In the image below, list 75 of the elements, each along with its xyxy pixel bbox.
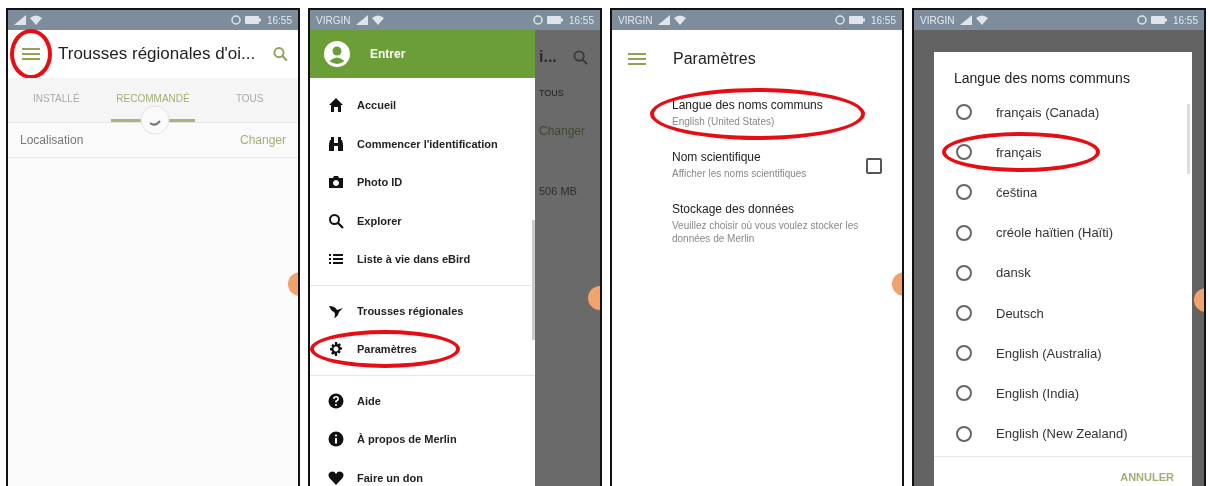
setting-title: Stockage des données: [672, 202, 796, 216]
carrier-name: VIRGIN: [920, 14, 955, 26]
wifi-icon: [674, 15, 687, 25]
camera-icon: [328, 174, 344, 191]
app-title: i...: [539, 48, 557, 66]
drawer-item[interactable]: Explorer: [310, 201, 535, 240]
clock-time: 16:55: [568, 14, 594, 26]
drawer-item[interactable]: À propos de Merlin: [310, 420, 535, 459]
kit-size: 506 MB: [539, 185, 578, 197]
wifi-icon: [372, 15, 385, 25]
tab-label: TOUS: [539, 88, 565, 98]
info-icon: [328, 431, 344, 448]
drawer-item[interactable]: Aide: [310, 381, 535, 420]
language-option[interactable]: français: [934, 132, 1192, 173]
language-option[interactable]: Deutsch: [934, 292, 1192, 334]
menu-icon[interactable]: [628, 52, 646, 66]
scroll-bar: [1187, 104, 1190, 174]
drawer-item[interactable]: Faire un don: [310, 458, 535, 486]
signal-icon: [14, 15, 26, 25]
language-option[interactable]: English (New Zealand): [934, 413, 1192, 454]
drawer-item[interactable]: Accueil: [310, 86, 535, 125]
dialog-title: Langue des noms communs: [953, 69, 1131, 88]
home-icon: [328, 97, 344, 114]
signal-icon: [356, 15, 369, 25]
radio-button[interactable]: [956, 224, 972, 241]
clock-time: 16:55: [266, 14, 292, 26]
radio-button[interactable]: [956, 144, 972, 161]
heart-icon: [328, 469, 344, 486]
setting-title: Langue des noms communs: [672, 98, 824, 112]
setting-summary: Veuillez choisir où vous voulez stocker les données de Merlin: [672, 219, 860, 245]
search-icon: [328, 212, 344, 229]
battery-icon: [1150, 16, 1167, 24]
radio-button[interactable]: [956, 264, 972, 281]
menu-icon[interactable]: [22, 47, 40, 61]
checkbox[interactable]: [866, 158, 882, 174]
battery-icon: [244, 16, 261, 24]
signal-icon: [960, 15, 973, 25]
wifi-icon: [30, 15, 42, 25]
location-label: Localisation: [20, 133, 84, 147]
drawer-item[interactable]: Liste à vie dans eBird: [310, 240, 535, 279]
gear-icon: [328, 341, 344, 358]
drawer-item[interactable]: Commencer l'identification: [310, 124, 535, 163]
wifi-icon: [976, 15, 989, 25]
binoculars-icon: [328, 135, 344, 152]
radio-button[interactable]: [956, 425, 972, 442]
help-icon: [328, 392, 344, 409]
language-option[interactable]: dansk: [934, 252, 1192, 293]
radio-button[interactable]: [956, 305, 972, 322]
radio-button[interactable]: [956, 104, 972, 121]
setting-summary: Afficher les noms scientifiques: [672, 167, 808, 180]
language-option[interactable]: čeština: [934, 172, 1192, 213]
drawer-item[interactable]: Trousses régionales: [310, 291, 535, 330]
battery-icon: [848, 16, 865, 24]
carrier-name: VIRGIN: [618, 14, 653, 26]
drawer-item[interactable]: Paramètres: [310, 330, 535, 369]
carrier-name: VIRGIN: [316, 14, 351, 26]
page-title: Paramètres: [673, 50, 756, 68]
signal-icon: [658, 15, 671, 25]
clock-time: 16:55: [870, 14, 896, 26]
radio-button[interactable]: [956, 385, 972, 402]
language-option[interactable]: English (Australia): [934, 333, 1192, 374]
language-option[interactable]: English (India): [934, 373, 1192, 414]
language-option[interactable]: créole haïtien (Haïti): [934, 212, 1192, 253]
avatar-icon[interactable]: [324, 41, 350, 67]
battery-icon: [546, 16, 563, 24]
language-option[interactable]: français (Canada): [934, 92, 1192, 133]
radio-button[interactable]: [956, 345, 972, 362]
search-icon: [573, 49, 588, 65]
app-title: Trousses régionales d'oi...: [58, 44, 256, 64]
setting-title: Nom scientifique: [672, 150, 762, 164]
setting-summary: English (United States): [672, 115, 776, 128]
radio-button[interactable]: [956, 184, 972, 201]
search-icon[interactable]: [273, 46, 288, 62]
clock-time: 16:55: [1172, 14, 1198, 26]
drawer-item[interactable]: Photo ID: [310, 163, 535, 202]
